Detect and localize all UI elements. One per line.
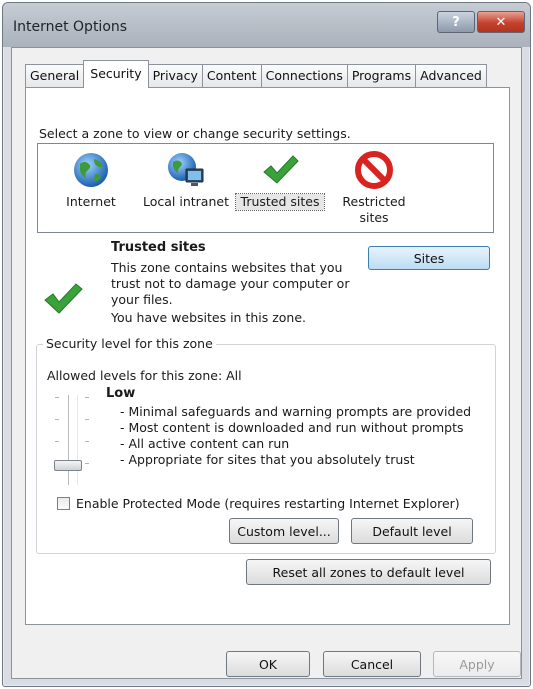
- slider-tick: [55, 419, 59, 420]
- tab-privacy[interactable]: Privacy: [147, 64, 203, 88]
- reset-all-zones-button[interactable]: Reset all zones to default level: [246, 559, 491, 585]
- protected-mode-label[interactable]: Enable Protected Mode (requires restarti…: [76, 496, 460, 511]
- security-level-details: - Minimal safeguards and warning prompts…: [120, 404, 471, 468]
- level-detail-line: - Minimal safeguards and warning prompts…: [120, 404, 472, 419]
- slider-tick: [85, 441, 89, 442]
- security-level-slider-thumb[interactable]: [54, 460, 82, 471]
- level-detail-line: - All active content can run: [120, 436, 290, 451]
- restricted-icon: [354, 150, 394, 190]
- slider-tick: [85, 397, 89, 398]
- zone-local-intranet-label: Local intranet: [143, 194, 229, 209]
- zone-description: This zone contains websites that you tru…: [111, 260, 350, 307]
- zone-restricted-sites-label: Restricted sites: [342, 194, 406, 225]
- tab-content[interactable]: Content: [201, 64, 262, 88]
- close-icon: ✕: [495, 14, 507, 30]
- level-detail-line: - Appropriate for sites that you absolut…: [120, 452, 415, 467]
- ok-button[interactable]: OK: [226, 651, 310, 677]
- protected-mode-checkbox[interactable]: [57, 497, 70, 510]
- apply-button[interactable]: Apply: [433, 651, 521, 677]
- tab-general[interactable]: General: [25, 64, 85, 88]
- allowed-levels-label: Allowed levels for this zone: All: [47, 368, 242, 383]
- trusted-sites-large-checkmark-icon: [43, 278, 83, 321]
- zone-status: You have websites in this zone.: [111, 310, 307, 325]
- tab-advanced[interactable]: Advanced: [415, 64, 487, 88]
- cancel-button[interactable]: Cancel: [323, 651, 421, 677]
- security-level-slider-track[interactable]: [55, 395, 89, 485]
- intranet-icon: [166, 150, 206, 190]
- help-button[interactable]: ?: [437, 11, 475, 33]
- zone-trusted-sites[interactable]: Trusted sites: [235, 150, 325, 211]
- security-tab-panel: Select a zone to view or change security…: [25, 87, 510, 625]
- zone-restricted-sites[interactable]: Restricted sites: [334, 150, 414, 226]
- tab-strip: General Security Privacy Content Connect…: [25, 60, 487, 88]
- zone-title: Trusted sites: [111, 240, 206, 255]
- globe-icon: [71, 150, 111, 190]
- zone-list: Internet Local intranet Trusted sites Re…: [37, 143, 494, 233]
- zone-prompt: Select a zone to view or change security…: [39, 126, 351, 141]
- custom-level-button[interactable]: Custom level...: [229, 518, 339, 544]
- zone-internet[interactable]: Internet: [56, 150, 126, 210]
- security-level-name: Low: [106, 386, 136, 401]
- internet-options-window: Internet Options ? ✕ General Security Pr…: [2, 2, 531, 687]
- sites-button[interactable]: Sites: [368, 246, 490, 270]
- tab-security[interactable]: Security: [83, 60, 149, 88]
- slider-tick: [55, 397, 59, 398]
- zone-internet-label: Internet: [66, 194, 116, 209]
- security-level-group-title: Security level for this zone: [43, 336, 216, 351]
- dialog-client-area: General Security Privacy Content Connect…: [11, 47, 522, 679]
- slider-tick: [85, 419, 89, 420]
- window-title: Internet Options: [13, 19, 128, 35]
- tab-connections[interactable]: Connections: [260, 64, 348, 88]
- help-icon: ?: [452, 14, 460, 30]
- checkmark-icon: [260, 150, 300, 190]
- zone-local-intranet[interactable]: Local intranet: [141, 150, 231, 210]
- title-bar[interactable]: Internet Options ? ✕: [3, 3, 530, 47]
- default-level-button[interactable]: Default level: [351, 518, 473, 544]
- level-detail-line: - Most content is downloaded and run wit…: [120, 420, 464, 435]
- tab-programs[interactable]: Programs: [346, 64, 417, 88]
- zone-trusted-sites-label: Trusted sites: [235, 193, 325, 211]
- slider-tick: [55, 441, 59, 442]
- slider-tick: [85, 463, 89, 464]
- close-button[interactable]: ✕: [477, 11, 525, 33]
